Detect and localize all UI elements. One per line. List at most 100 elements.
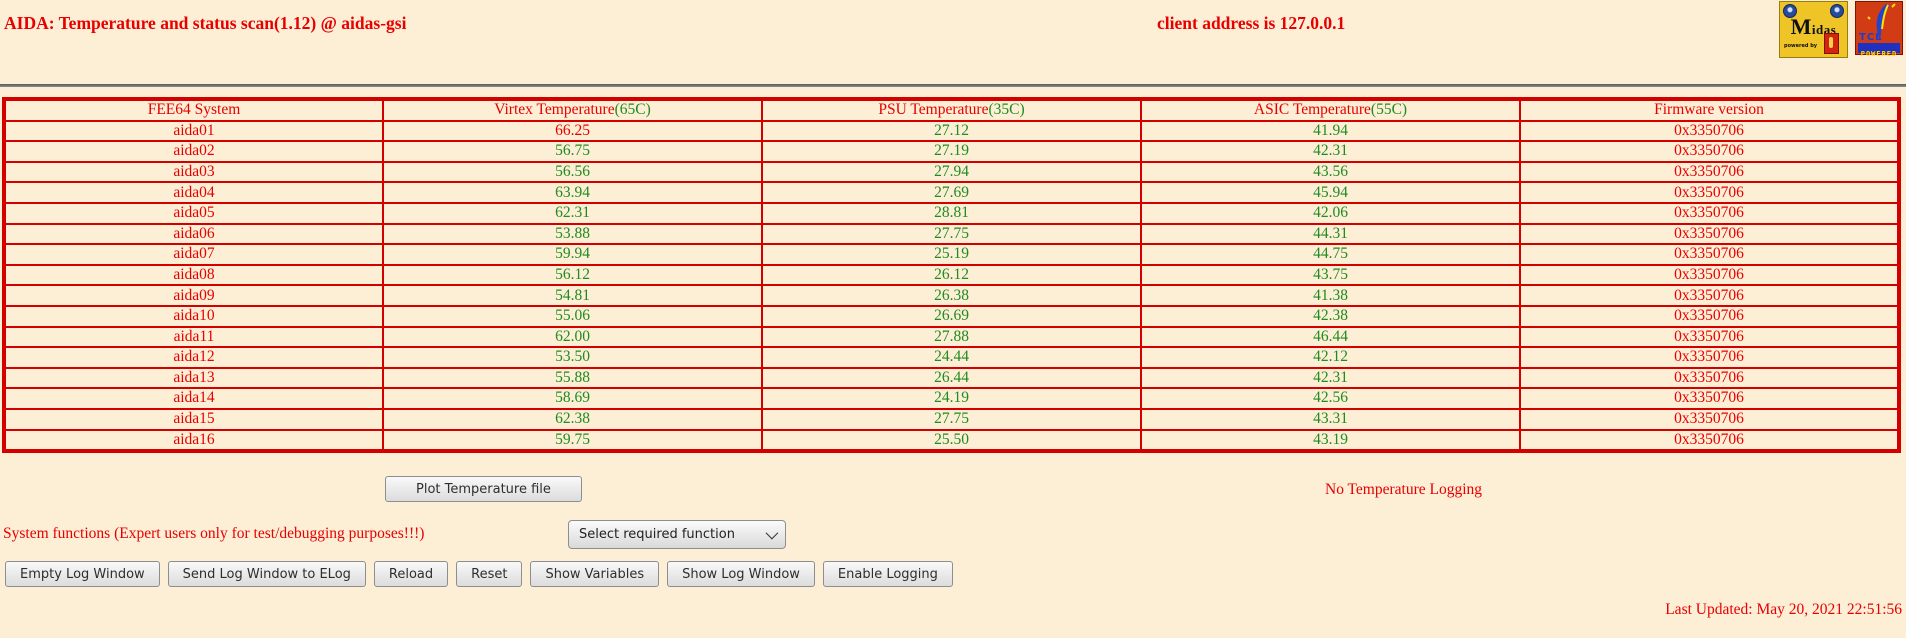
asic-temp: 45.94 bbox=[1140, 181, 1521, 204]
virtex-temp: 59.94 bbox=[382, 243, 763, 266]
asic-temp: 42.56 bbox=[1140, 387, 1521, 410]
fee64-name: aida04 bbox=[3, 181, 384, 204]
psu-temp: 27.69 bbox=[761, 181, 1142, 204]
show-variables-button[interactable]: Show Variables bbox=[530, 561, 660, 587]
table-row: aida09 54.81 26.38 41.38 0x3350706 bbox=[3, 284, 1900, 307]
virtex-temp: 62.31 bbox=[382, 201, 763, 225]
column-header-virtex: Virtex Temperature(65C) bbox=[382, 98, 763, 122]
column-header-fee64: FEE64 System bbox=[3, 98, 384, 122]
plot-temperature-file-button[interactable]: Plot Temperature file bbox=[385, 476, 582, 502]
virtex-temp: 62.38 bbox=[382, 407, 763, 431]
firmware-version: 0x3350706 bbox=[1519, 428, 1900, 453]
psu-temp: 26.44 bbox=[761, 366, 1142, 390]
virtex-temp: 54.81 bbox=[382, 284, 763, 307]
tcl-powered-strip: POWERED bbox=[1858, 43, 1900, 58]
table-row: aida14 58.69 24.19 42.56 0x3350706 bbox=[3, 387, 1900, 410]
log-controls-row: Empty Log Window Send Log Window to ELog R… bbox=[5, 561, 953, 587]
no-temperature-logging-status: No Temperature Logging bbox=[1325, 481, 1483, 498]
virtex-temp: 53.88 bbox=[382, 222, 763, 246]
reset-button[interactable]: Reset bbox=[456, 561, 523, 587]
show-log-window-button[interactable]: Show Log Window bbox=[667, 561, 815, 587]
firmware-version: 0x3350706 bbox=[1519, 119, 1900, 143]
virtex-temp: 56.75 bbox=[382, 140, 763, 163]
table-row: aida02 56.75 27.19 42.31 0x3350706 bbox=[3, 140, 1900, 163]
asic-temp: 42.12 bbox=[1140, 346, 1521, 369]
function-select[interactable]: Select required function bbox=[568, 520, 786, 549]
asic-temp: 42.38 bbox=[1140, 304, 1521, 328]
table-header-row: FEE64 System Virtex Temperature(65C) PSU… bbox=[3, 98, 1900, 122]
reload-button[interactable]: Reload bbox=[373, 561, 449, 587]
column-header-firmware: Firmware version bbox=[1519, 98, 1900, 122]
table-row: aida11 62.00 27.88 46.44 0x3350706 bbox=[3, 325, 1900, 349]
table-row: aida04 63.94 27.69 45.94 0x3350706 bbox=[3, 181, 1900, 204]
asic-temp: 41.38 bbox=[1140, 284, 1521, 307]
asic-temp: 44.75 bbox=[1140, 243, 1521, 266]
psu-temp: 24.44 bbox=[761, 346, 1142, 369]
table-row: aida03 56.56 27.94 43.56 0x3350706 bbox=[3, 160, 1900, 184]
psu-temp: 26.69 bbox=[761, 304, 1142, 328]
fee64-name: aida06 bbox=[3, 222, 384, 246]
virtex-temp: 66.25 bbox=[382, 119, 763, 143]
firmware-version: 0x3350706 bbox=[1519, 243, 1900, 266]
fee64-name: aida16 bbox=[3, 428, 384, 453]
asic-temp: 46.44 bbox=[1140, 325, 1521, 349]
virtex-temp: 55.88 bbox=[382, 366, 763, 390]
virtex-temp: 59.75 bbox=[382, 428, 763, 453]
virtex-temp: 62.00 bbox=[382, 325, 763, 349]
table-row: aida08 56.12 26.12 43.75 0x3350706 bbox=[3, 263, 1900, 287]
firmware-version: 0x3350706 bbox=[1519, 366, 1900, 390]
tcl-brand-label: TCL bbox=[1859, 32, 1883, 43]
tcl-powered-logo[interactable]: TCL POWERED bbox=[1855, 1, 1903, 58]
firmware-version: 0x3350706 bbox=[1519, 181, 1900, 204]
midas-powered-by-label: powered by bbox=[1784, 43, 1818, 49]
column-header-psu: PSU Temperature(35C) bbox=[761, 98, 1142, 122]
empty-log-window-button[interactable]: Empty Log Window bbox=[5, 561, 160, 587]
psu-temp: 25.50 bbox=[761, 428, 1142, 453]
fee64-name: aida09 bbox=[3, 284, 384, 307]
table-row: aida06 53.88 27.75 44.31 0x3350706 bbox=[3, 222, 1900, 246]
virtex-temp: 56.56 bbox=[382, 160, 763, 184]
table-row: aida12 53.50 24.44 42.12 0x3350706 bbox=[3, 346, 1900, 369]
fee64-name: aida13 bbox=[3, 366, 384, 390]
asic-temp: 43.31 bbox=[1140, 407, 1521, 431]
firmware-version: 0x3350706 bbox=[1519, 325, 1900, 349]
asic-temp: 44.31 bbox=[1140, 222, 1521, 246]
enable-logging-button[interactable]: Enable Logging bbox=[822, 561, 953, 587]
asic-temp: 43.56 bbox=[1140, 160, 1521, 184]
firmware-version: 0x3350706 bbox=[1519, 160, 1900, 184]
fee64-name: aida02 bbox=[3, 140, 384, 163]
fee64-name: aida08 bbox=[3, 263, 384, 287]
psu-temp: 26.12 bbox=[761, 263, 1142, 287]
system-functions-label: System functions (Expert users only for … bbox=[3, 525, 425, 542]
firmware-version: 0x3350706 bbox=[1519, 284, 1900, 307]
asic-temp: 42.31 bbox=[1140, 140, 1521, 163]
header-divider bbox=[0, 84, 1906, 87]
fee64-name: aida11 bbox=[3, 325, 384, 349]
fee64-name: aida05 bbox=[3, 201, 384, 225]
asic-temp: 43.75 bbox=[1140, 263, 1521, 287]
fee64-name: aida14 bbox=[3, 387, 384, 410]
fee64-table-body: aida01 66.25 27.12 41.94 0x3350706 aida0… bbox=[3, 119, 1900, 453]
midas-logo[interactable]: Midas powered by bbox=[1779, 1, 1848, 58]
client-address-label: client address is 127.0.0.1 bbox=[1157, 13, 1346, 33]
table-row: aida16 59.75 25.50 43.19 0x3350706 bbox=[3, 428, 1900, 453]
function-select-value: Select required function bbox=[579, 527, 735, 542]
table-row: aida15 62.38 27.75 43.31 0x3350706 bbox=[3, 407, 1900, 431]
virtex-temp: 55.06 bbox=[382, 304, 763, 328]
table-row: aida07 59.94 25.19 44.75 0x3350706 bbox=[3, 243, 1900, 266]
psu-temp: 27.94 bbox=[761, 160, 1142, 184]
firmware-version: 0x3350706 bbox=[1519, 387, 1900, 410]
virtex-temp: 56.12 bbox=[382, 263, 763, 287]
table-row: aida13 55.88 26.44 42.31 0x3350706 bbox=[3, 366, 1900, 390]
firmware-version: 0x3350706 bbox=[1519, 140, 1900, 163]
table-row: aida05 62.31 28.81 42.06 0x3350706 bbox=[3, 201, 1900, 225]
firmware-version: 0x3350706 bbox=[1519, 346, 1900, 369]
send-log-to-elog-button[interactable]: Send Log Window to ELog bbox=[167, 561, 366, 587]
psu-temp: 26.38 bbox=[761, 284, 1142, 307]
firmware-version: 0x3350706 bbox=[1519, 201, 1900, 225]
column-header-asic: ASIC Temperature(55C) bbox=[1140, 98, 1521, 122]
firmware-version: 0x3350706 bbox=[1519, 407, 1900, 431]
psu-temp: 27.88 bbox=[761, 325, 1142, 349]
fee64-temperature-table: FEE64 System Virtex Temperature(65C) PSU… bbox=[2, 97, 1901, 454]
table-row: aida01 66.25 27.12 41.94 0x3350706 bbox=[3, 119, 1900, 143]
